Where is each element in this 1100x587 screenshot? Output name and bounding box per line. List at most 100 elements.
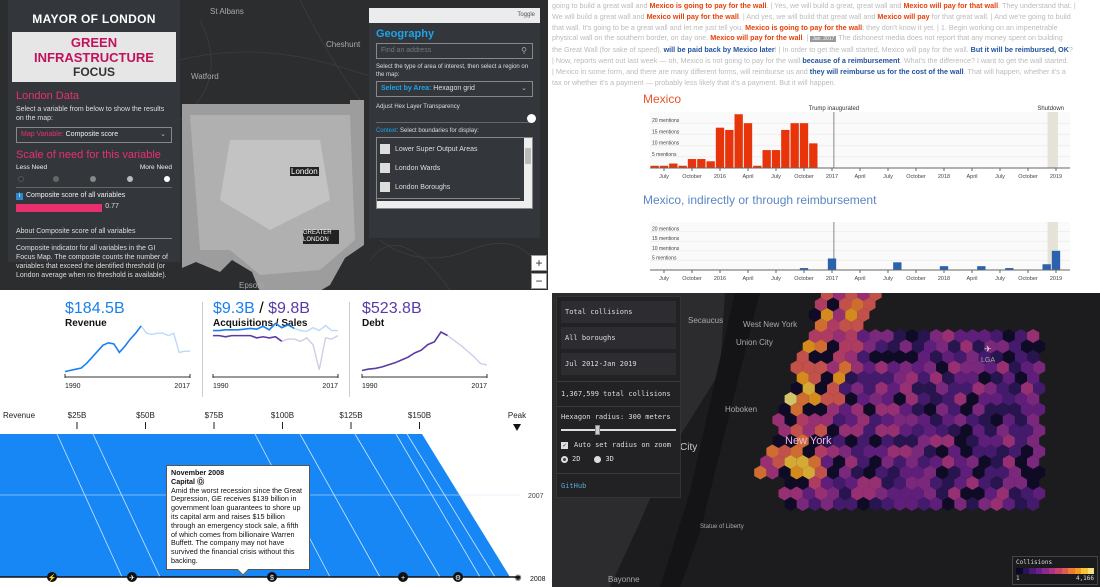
quote-fragment: | Now, reports went out last week — oh, … <box>552 55 803 65</box>
quote-fragment: We will build a great wall and <box>552 11 647 21</box>
map-label-st-albans: St Albans <box>210 7 244 16</box>
transparency-slider[interactable] <box>376 113 536 123</box>
bar <box>827 258 837 270</box>
metric-select[interactable]: Total collisions <box>561 301 676 323</box>
y-tick-label: 10 mentions <box>652 246 680 252</box>
quote-fragment: physical wall on the southern border, on… <box>552 33 711 43</box>
quote-line: We will build a great wall and Mexico wi… <box>552 12 1098 23</box>
total-collisions: 1,367,599 total collisions <box>557 381 680 407</box>
year-label-2008: 2008 <box>530 576 546 583</box>
boundary-item[interactable]: London Wards <box>377 160 532 176</box>
quote-fragment: they will reimburse us for the cost of t… <box>809 66 964 76</box>
composite-row: i Composite score of all variables <box>16 192 172 200</box>
dollar-icon: Ⓞ <box>196 476 205 486</box>
horizontal-scrollbar[interactable] <box>377 201 532 208</box>
checkbox[interactable] <box>380 163 390 173</box>
map-label-cheshunt: Cheshunt <box>326 40 361 49</box>
panel-divider <box>548 0 552 587</box>
revenue-tick-label: $25B <box>68 411 87 420</box>
boundary-item[interactable]: London Boroughs <box>377 179 532 195</box>
bar <box>706 161 715 168</box>
london-data-sidebar: MAYOR OF LONDON GREEN INFRASTRUCTURE FOC… <box>8 0 180 279</box>
bar <box>697 159 706 168</box>
select-by-area-value: Hexagon grid <box>433 85 475 92</box>
x-tick-label: 2016 <box>714 276 726 282</box>
boundary-list: Lower Super Output Areas London Wards Lo… <box>376 137 533 209</box>
x-tick-label: 2019 <box>1050 174 1062 180</box>
bar <box>893 262 902 270</box>
checkbox-checked-icon[interactable]: ✓ <box>561 441 568 449</box>
map-label-city: City <box>680 442 698 453</box>
bar <box>977 266 986 270</box>
slider-track[interactable] <box>561 429 676 431</box>
transparency-label: Adjust Hex Layer Transparency <box>376 104 460 110</box>
radio-2d[interactable] <box>561 455 568 463</box>
annotation-inauguration: Trump inaugurated <box>809 106 859 112</box>
quote-fragment: . What's the difference? I want to get t… <box>899 55 1069 65</box>
x-tick-label: July <box>995 276 1005 282</box>
map-label-epsom: Epsom <box>239 281 264 290</box>
chart-title-reimbursement: Mexico, indirectly or through reimbursem… <box>643 193 877 207</box>
info-icon[interactable]: i <box>16 193 23 200</box>
date-range-select[interactable]: Jul 2012-Jan 2019 <box>561 353 676 375</box>
boundary-item[interactable]: Lower Super Output Areas <box>377 141 532 157</box>
geography-heading: Geography <box>376 28 435 40</box>
address-search-input[interactable]: Find an address ⚲ <box>376 43 533 59</box>
zoom-in-button[interactable]: + <box>531 255 547 271</box>
radio-3d[interactable] <box>594 455 602 463</box>
peak-label: Peak <box>508 411 527 420</box>
x-tick-label: 2017 <box>826 174 838 180</box>
revenue-tick-label: $125B <box>339 411 362 420</box>
boundary-label: London Wards <box>395 164 441 172</box>
x-tick-label: April <box>854 174 865 180</box>
legend-title: Collisions <box>1016 559 1053 566</box>
select-by-area-dropdown[interactable]: Select by Area: Hexagon grid ⌄ <box>376 81 533 97</box>
quote-fragment: Mexico will pay for that wall <box>903 1 999 10</box>
chevron-down-icon: ⌄ <box>160 131 166 138</box>
quote-line: that wall. It's going to be a great wall… <box>552 23 1098 34</box>
context-label: Context: Select boundaries for display: <box>376 128 533 134</box>
gear-icon: ⚙ <box>455 574 461 582</box>
y-tick-label: 5 mentions <box>652 255 677 261</box>
airplane-icon: ✈ <box>129 575 135 582</box>
borough-select[interactable]: All boroughs <box>561 327 676 349</box>
map-variable-value: Composite score <box>65 131 119 138</box>
scrollbar-thumb[interactable] <box>525 148 531 164</box>
mexico-bar-chart: 5 mentions 10 mentions 15 mentions 20 menti… <box>650 106 1070 180</box>
search-icon[interactable]: ⚲ <box>521 46 527 55</box>
map-label-hoboken: Hoboken <box>725 405 758 414</box>
airport-icon: ✈ <box>984 344 992 354</box>
radius-slider[interactable] <box>561 425 676 435</box>
auto-radius-checkbox[interactable]: ✓ Auto set radius on zoom <box>557 435 680 449</box>
map-variable-select[interactable]: Map Variable: Composite score ⌄ <box>16 127 172 143</box>
bar <box>1051 250 1061 270</box>
legend-gradient <box>1016 568 1094 574</box>
peak-marker-icon <box>513 424 521 431</box>
x-tick-label: October <box>794 276 814 282</box>
slider-knob[interactable] <box>594 425 600 435</box>
bar <box>799 123 809 168</box>
checkbox[interactable] <box>380 182 390 192</box>
area-instruction: Select the type of area of interest, the… <box>376 64 529 78</box>
quote-fragment: Mexico is going to pay for the wall <box>649 1 767 10</box>
checkbox[interactable] <box>380 144 390 154</box>
toggle-button[interactable]: Toggle <box>369 8 540 23</box>
bar <box>762 150 771 168</box>
zoom-out-button[interactable]: − <box>531 273 547 289</box>
quote-fragment: that wall. It's going to be a great wall… <box>552 22 746 32</box>
auto-radius-label: Auto set radius on zoom <box>574 441 671 449</box>
variable-instruction: Select a variable from below to show the… <box>16 106 165 122</box>
github-link[interactable]: GitHub <box>557 473 680 498</box>
bar <box>687 159 697 168</box>
app-title-line1: GREEN INFRASTRUCTURE <box>34 35 154 65</box>
need-labels: Less Need More Need <box>16 164 172 171</box>
slider-knob[interactable] <box>527 114 536 123</box>
y-tick-label: 20 mentions <box>652 118 680 124</box>
x-tick-label: 2017 <box>826 276 838 282</box>
vertical-scrollbar[interactable] <box>524 138 532 208</box>
geography-panel: Toggle Geography Find an address ⚲ Selec… <box>369 8 540 238</box>
map-label-statue-of-liberty: Statue of Liberty <box>700 524 744 530</box>
x-tick-label: 2016 <box>714 174 726 180</box>
x-tick-label: October <box>1018 276 1038 282</box>
map-label-secaucus: Secaucus <box>688 316 724 325</box>
